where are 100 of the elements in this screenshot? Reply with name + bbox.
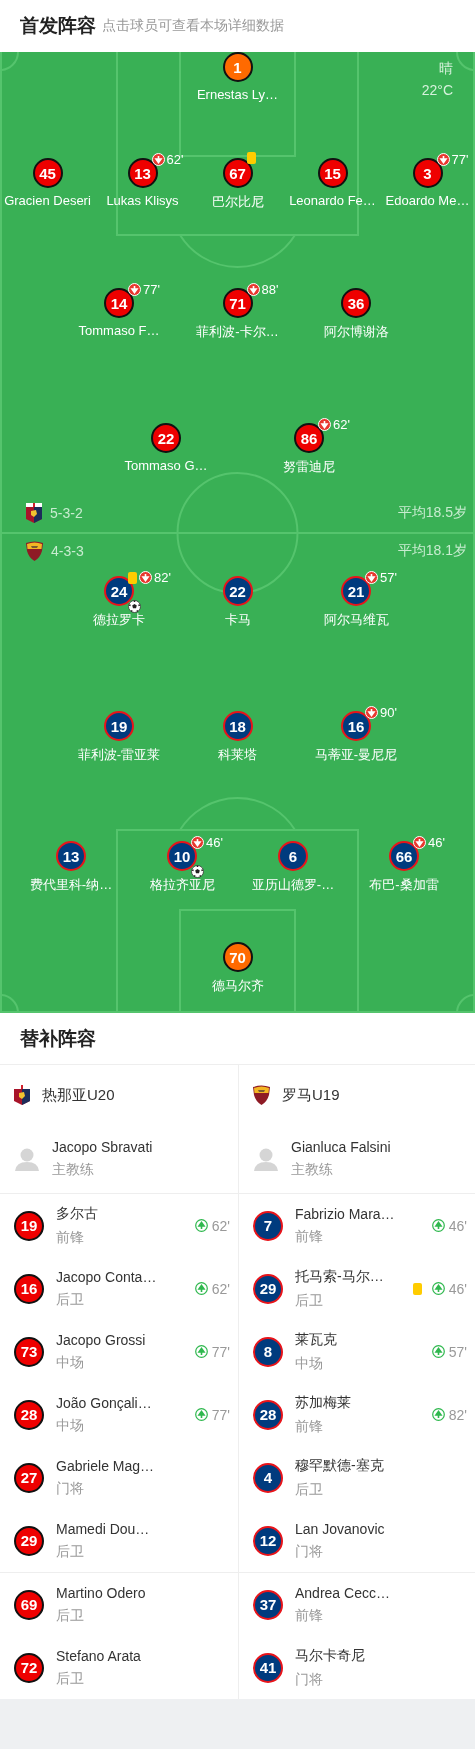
player-name[interactable]: 德拉罗卡 [93, 611, 145, 629]
substitution-minute: 46' [448, 1280, 467, 1297]
coach-name[interactable]: Jacopo Sbravati [52, 1139, 153, 1155]
player-name[interactable]: 托马索-马尔… [295, 1267, 384, 1286]
player-name[interactable]: 亚历山德罗-… [251, 876, 335, 894]
player-name[interactable]: Gracien Deseri [4, 193, 91, 208]
player-name[interactable]: 巴尔比尼 [211, 193, 264, 211]
player-number[interactable]: 13 [127, 158, 158, 188]
player-number[interactable]: 21 [341, 576, 371, 606]
player-name[interactable]: 德马尔齐 [211, 977, 264, 995]
player-number[interactable]: 6 [278, 841, 308, 871]
player-number[interactable]: 7 [253, 1210, 283, 1241]
player-number[interactable]: 4 [253, 1462, 283, 1493]
player-number[interactable]: 14 [104, 288, 134, 318]
player-number[interactable]: 29 [253, 1273, 283, 1304]
substitution-out-icon [128, 283, 141, 296]
coach-role: 主教练 [52, 1161, 95, 1179]
player-number[interactable]: 41 [253, 1652, 283, 1683]
player-number[interactable]: 19 [104, 711, 134, 741]
team-crest-icon [14, 1085, 30, 1105]
player-name[interactable]: Martino Odero [56, 1584, 146, 1601]
player-name[interactable]: 费代里科-纳… [29, 876, 113, 894]
player-name[interactable]: Leonardo Fe… [289, 193, 376, 208]
player-name[interactable]: Lan Jovanovic [295, 1520, 385, 1537]
player-name[interactable]: 多尔古 [56, 1204, 98, 1223]
player-number[interactable]: 86 [294, 423, 324, 453]
substitution-in-icon [431, 1345, 445, 1358]
player-name[interactable]: Tommaso G… [124, 458, 208, 473]
player-name[interactable]: 科莱塔 [218, 746, 257, 764]
player-name[interactable]: Ernestas Ly… [196, 87, 279, 102]
player-name[interactable]: 阿尔马维瓦 [323, 611, 389, 629]
player-number[interactable]: 70 [222, 942, 253, 972]
player-name[interactable]: Jacopo Grossi [56, 1331, 146, 1348]
player-number[interactable]: 72 [14, 1652, 44, 1683]
player-number[interactable]: 71 [222, 288, 253, 318]
substitution-in-icon [194, 1408, 208, 1421]
player-position: 门将 [295, 1670, 324, 1689]
coach-name[interactable]: Gianluca Falsini [291, 1139, 391, 1155]
player-position: 中场 [56, 1416, 85, 1435]
player-number[interactable]: 69 [14, 1589, 44, 1620]
player-name[interactable]: Gabriele Mag… [56, 1457, 155, 1474]
player-number[interactable]: 45 [32, 158, 63, 188]
player-name[interactable]: 菲利波-卡尔… [196, 323, 279, 341]
player-position: 中场 [56, 1353, 85, 1372]
player-number[interactable]: 18 [222, 711, 253, 741]
section-title: 首发阵容 [20, 14, 96, 38]
player-name[interactable]: 努雷迪尼 [283, 458, 335, 476]
player-position: 后卫 [295, 1480, 324, 1499]
player-name[interactable]: 菲利波-雷亚莱 [77, 746, 161, 764]
player-name[interactable]: 布巴-桑加雷 [369, 876, 439, 894]
player-name[interactable]: João Gonçali… [56, 1394, 152, 1411]
player-number[interactable]: 12 [253, 1525, 283, 1556]
player-number[interactable]: 3 [412, 158, 443, 188]
player-number[interactable]: 16 [14, 1273, 44, 1304]
player-name[interactable]: Jacopo Conta… [56, 1268, 157, 1285]
player-name[interactable]: Tommaso F… [78, 323, 160, 338]
player-number[interactable]: 8 [253, 1336, 283, 1367]
player-number[interactable]: 22 [222, 576, 253, 606]
player-name[interactable]: Stefano Arata [56, 1647, 141, 1664]
substitution-out-icon [365, 571, 378, 584]
team-name: 热那亚U20 [42, 1085, 115, 1105]
player-number[interactable]: 24 [104, 576, 134, 606]
player-number[interactable]: 1 [222, 52, 253, 82]
player-number[interactable]: 13 [56, 841, 86, 871]
player-name[interactable]: 格拉齐亚尼 [149, 876, 215, 894]
player-number[interactable]: 10 [167, 841, 197, 871]
substitution-minute: 88' [261, 282, 279, 297]
player-number[interactable]: 36 [341, 288, 371, 318]
player-number[interactable]: 27 [14, 1462, 44, 1493]
player-position: 后卫 [56, 1606, 85, 1625]
player-position: 后卫 [56, 1542, 85, 1561]
player-name[interactable]: Edoardo Me… [385, 193, 470, 208]
player-name[interactable]: 马蒂亚-曼尼尼 [314, 746, 398, 764]
player-name[interactable]: 穆罕默德-塞克 [295, 1456, 384, 1475]
player-number[interactable]: 67 [222, 158, 253, 188]
player-number[interactable]: 28 [14, 1399, 44, 1430]
player-number[interactable]: 37 [253, 1589, 283, 1620]
player-number[interactable]: 28 [253, 1399, 283, 1430]
player-name[interactable]: Mamedi Dou… [56, 1520, 150, 1537]
player-name[interactable]: 苏加梅莱 [295, 1393, 351, 1412]
player-number[interactable]: 29 [14, 1525, 44, 1556]
player-number[interactable]: 16 [341, 711, 371, 741]
player-number[interactable]: 22 [151, 423, 181, 453]
player-number[interactable]: 15 [317, 158, 348, 188]
player-name[interactable]: 阿尔博谢洛 [323, 323, 389, 341]
team-name: 罗马U19 [282, 1085, 340, 1105]
section-hint: 点击球员可查看本场详细数据 [102, 17, 284, 35]
player-name[interactable]: Lukas Klisys [106, 193, 179, 208]
player-number[interactable]: 66 [389, 841, 419, 871]
substitution-out-icon [139, 571, 152, 584]
player-name[interactable]: 莱瓦克 [295, 1330, 337, 1349]
player-name[interactable]: Fabrizio Mara… [295, 1205, 395, 1222]
substitution-minute: 77' [211, 1406, 230, 1423]
player-name[interactable]: 马尔卡奇尼 [295, 1646, 365, 1665]
player-number[interactable]: 73 [14, 1336, 44, 1367]
substitution-minute: 46' [206, 835, 223, 850]
player-name[interactable]: Andrea Cecc… [295, 1584, 390, 1601]
player-position: 后卫 [295, 1291, 324, 1310]
player-name[interactable]: 卡马 [224, 611, 251, 629]
player-number[interactable]: 19 [14, 1210, 44, 1241]
